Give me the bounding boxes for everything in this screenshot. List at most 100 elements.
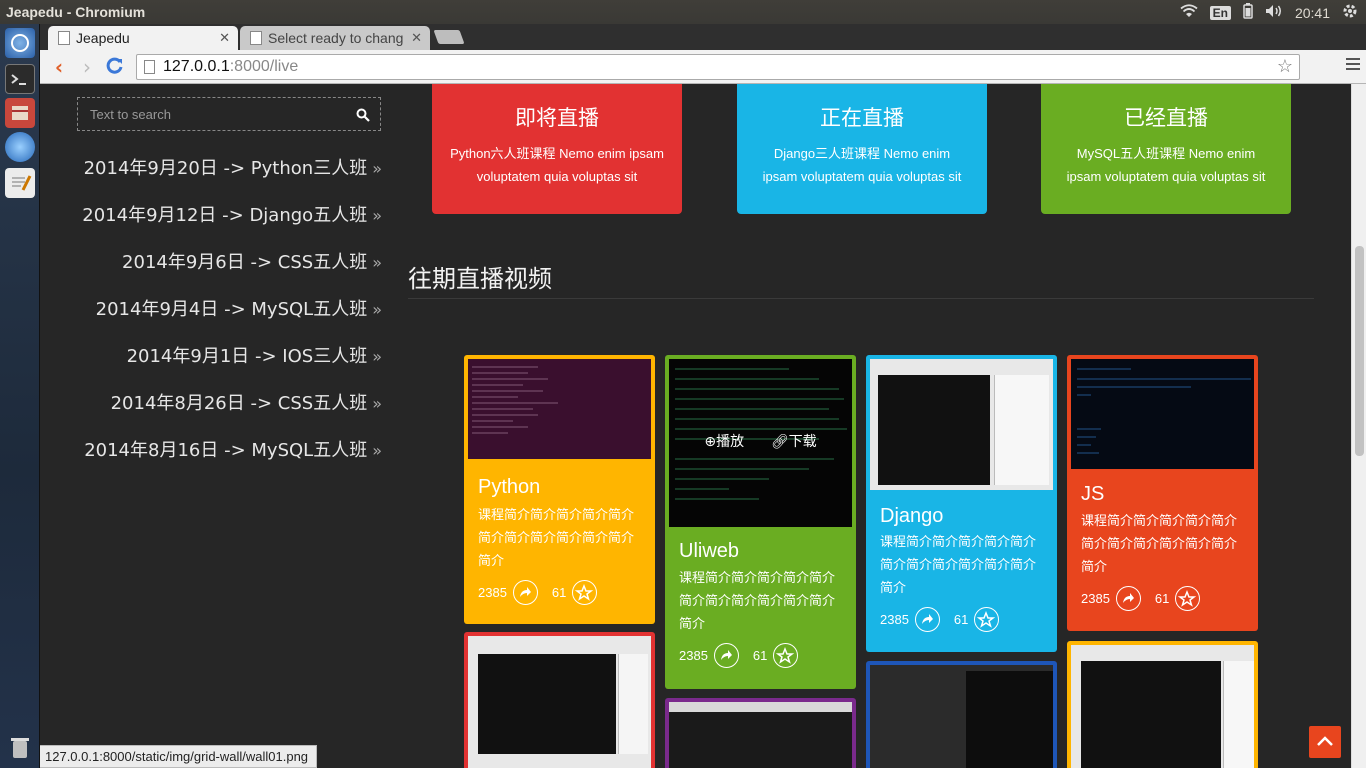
video-stats: 2385 61 xyxy=(1081,586,1214,611)
status-card-title: 即将直播 xyxy=(515,106,599,130)
schedule-item[interactable]: 2014年9月20日 -> Python三人班» xyxy=(80,154,382,201)
share-icon[interactable] xyxy=(512,580,538,605)
file-manager-icon[interactable] xyxy=(5,98,35,128)
video-desc: 课程简介简介简介简介简介简介简介简介简介简介简介简介 xyxy=(478,508,635,569)
search-icon[interactable] xyxy=(356,107,370,122)
schedule-item[interactable]: 2014年8月26日 -> CSS五人班» xyxy=(80,389,382,436)
video-thumbnail[interactable] xyxy=(870,359,1053,490)
schedule-item-label: 2014年9月6日 -> CSS五人班 xyxy=(122,252,368,273)
scrollbar-thumb[interactable] xyxy=(1355,246,1364,456)
page-favicon-icon xyxy=(250,31,262,45)
video-stats: 2385 61 xyxy=(880,607,1013,632)
address-bar[interactable]: 127.0.0.1:8000/live ☆ xyxy=(136,54,1300,80)
video-card-js[interactable]: JS 课程简介简介简介简介简介简介简介简介简介简介简介简介 2385 61 xyxy=(1067,355,1258,631)
chevron-right-icon: » xyxy=(372,441,382,460)
gear-icon[interactable] xyxy=(1342,3,1358,22)
view-count: 2385 xyxy=(880,612,909,627)
schedule-item[interactable]: 2014年9月12日 -> Django五人班» xyxy=(80,201,382,248)
download-link[interactable]: 下载 xyxy=(789,434,817,450)
status-card-title: 正在直播 xyxy=(820,106,904,130)
like-count: 61 xyxy=(1154,591,1170,606)
share-icon[interactable] xyxy=(914,607,940,632)
status-bubble-url: 127.0.0.1:8000/static/img/grid-wall/wall… xyxy=(40,745,318,768)
clock[interactable]: 20:41 xyxy=(1295,5,1330,21)
video-thumbnail[interactable] xyxy=(669,702,852,768)
video-stats: 2385 61 xyxy=(679,643,812,668)
terminal-icon[interactable] xyxy=(5,64,35,94)
like-count: 61 xyxy=(752,648,768,663)
close-icon[interactable]: ✕ xyxy=(219,30,230,46)
view-count: 2385 xyxy=(1081,591,1110,606)
tab-jeapedu[interactable]: Jeapedu ✕ xyxy=(48,26,238,50)
text-editor-icon[interactable] xyxy=(5,168,35,198)
page-favicon-icon xyxy=(58,31,70,45)
trash-icon[interactable] xyxy=(5,732,35,762)
ide-panel xyxy=(1223,661,1254,768)
chromium-icon[interactable] xyxy=(5,132,35,162)
search-input[interactable] xyxy=(78,98,348,130)
battery-icon[interactable] xyxy=(1243,3,1253,22)
back-button[interactable]: ‹ xyxy=(48,56,70,78)
forward-button[interactable]: › xyxy=(76,56,98,78)
video-thumbnail[interactable] xyxy=(1071,359,1254,469)
video-card-uliweb[interactable]: ⊕播放 🔗︎下载 Uliweb 课程简介简介简介简介简介简介简介简介简介简介简介… xyxy=(665,355,856,689)
ide-panel xyxy=(994,375,1049,485)
status-card-past[interactable]: 已经直播 MySQL五人班课程 Nemo enim ipsam voluptat… xyxy=(1041,84,1291,214)
browser-toolbar: ‹ › 127.0.0.1:8000/live ☆ xyxy=(40,50,1366,84)
video-thumbnail[interactable] xyxy=(468,359,651,459)
status-card-live[interactable]: 正在直播 Django三人班课程 Nemo enim ipsam volupta… xyxy=(737,84,987,214)
share-icon[interactable] xyxy=(713,643,739,668)
video-card-thumbnail[interactable] xyxy=(665,698,856,768)
zoom-in-icon[interactable]: ⊕ xyxy=(704,434,716,450)
page-scrollbar[interactable] xyxy=(1351,84,1366,768)
schedule-item[interactable]: 2014年9月6日 -> CSS五人班» xyxy=(80,248,382,295)
new-tab-button[interactable] xyxy=(433,30,465,44)
wifi-icon[interactable] xyxy=(1180,4,1198,21)
terminal-screenshot xyxy=(966,671,1053,768)
video-thumbnail[interactable] xyxy=(468,636,651,768)
video-title[interactable]: Django xyxy=(880,505,943,528)
ide-screenshot xyxy=(478,654,616,754)
video-thumbnail[interactable] xyxy=(1071,645,1254,768)
volume-icon[interactable] xyxy=(1265,4,1283,21)
schedule-item[interactable]: 2014年9月4日 -> MySQL五人班» xyxy=(80,295,382,342)
dash-home-icon[interactable] xyxy=(5,28,35,58)
launcher xyxy=(0,24,40,768)
video-card-thumbnail[interactable] xyxy=(464,632,655,768)
video-title[interactable]: Python xyxy=(478,476,540,499)
video-thumbnail[interactable]: ⊕播放 🔗︎下载 xyxy=(669,359,852,527)
live-schedule-list: 2014年9月20日 -> Python三人班» 2014年9月12日 -> D… xyxy=(80,154,382,483)
schedule-item-label: 2014年9月12日 -> Django五人班 xyxy=(82,205,368,226)
video-title[interactable]: Uliweb xyxy=(679,540,739,563)
video-card-django[interactable]: Django 课程简介简介简介简介简介简介简介简介简介简介简介简介 2385 6… xyxy=(866,355,1057,652)
schedule-item-label: 2014年8月26日 -> CSS五人班 xyxy=(110,393,368,414)
like-icon[interactable] xyxy=(773,643,799,668)
video-title[interactable]: JS xyxy=(1081,483,1104,506)
os-top-bar: Jeapedu - Chromium En 20:41 xyxy=(0,0,1366,24)
bookmark-star-icon[interactable]: ☆ xyxy=(1277,56,1293,77)
schedule-item[interactable]: 2014年8月16日 -> MySQL五人班» xyxy=(80,436,382,483)
url-host: 127.0.0.1 xyxy=(163,58,230,75)
play-link[interactable]: 播放 xyxy=(716,434,744,450)
like-icon[interactable] xyxy=(974,607,1000,632)
video-card-thumbnail[interactable] xyxy=(866,661,1057,768)
close-icon[interactable]: ✕ xyxy=(411,30,422,46)
status-card-title: 已经直播 xyxy=(1124,106,1208,130)
back-to-top-button[interactable] xyxy=(1309,726,1341,758)
thumbnail-overlay: ⊕播放 🔗︎下载 xyxy=(669,431,852,451)
like-icon[interactable] xyxy=(572,580,598,605)
link-icon[interactable]: 🔗︎ xyxy=(771,434,789,450)
video-thumbnail[interactable] xyxy=(870,665,1053,768)
chevron-right-icon: » xyxy=(372,347,382,366)
browser-menu-button[interactable] xyxy=(1346,58,1360,73)
chevron-right-icon: » xyxy=(372,300,382,319)
schedule-item[interactable]: 2014年9月1日 -> IOS三人班» xyxy=(80,342,382,389)
video-card-python[interactable]: Python 课程简介简介简介简介简介简介简介简介简介简介简介简介 2385 6… xyxy=(464,355,655,624)
share-icon[interactable] xyxy=(1115,586,1141,611)
keyboard-layout-indicator[interactable]: En xyxy=(1209,5,1231,20)
tab-select-ready[interactable]: Select ready to chang ✕ xyxy=(240,26,430,50)
like-icon[interactable] xyxy=(1175,586,1201,611)
reload-button[interactable] xyxy=(104,56,126,78)
status-card-upcoming[interactable]: 即将直播 Python六人班课程 Nemo enim ipsam volupta… xyxy=(432,84,682,214)
video-card-thumbnail[interactable] xyxy=(1067,641,1258,768)
